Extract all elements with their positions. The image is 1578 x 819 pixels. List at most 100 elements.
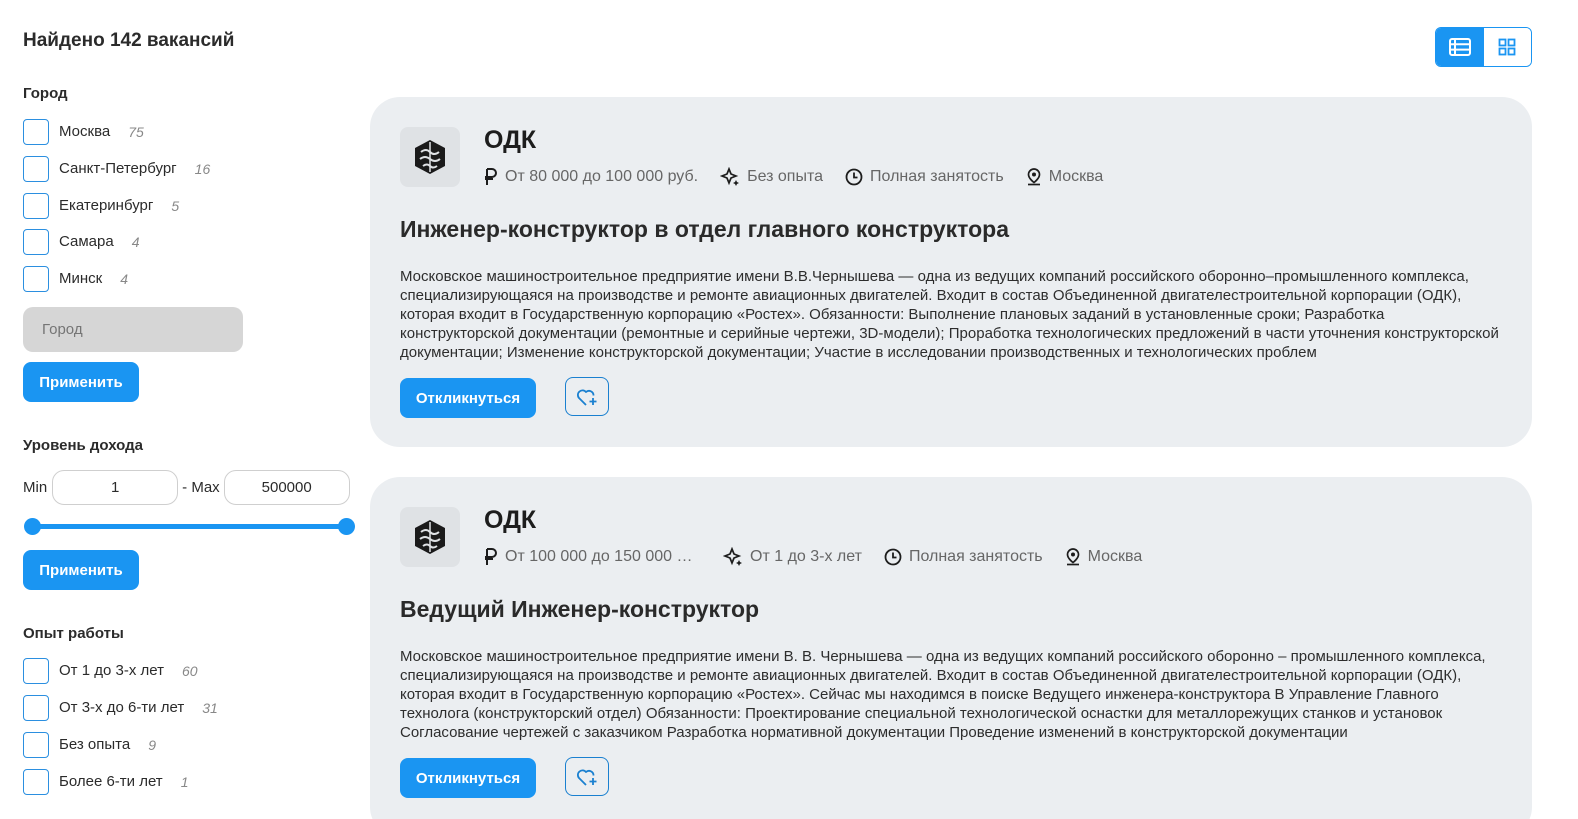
checkbox[interactable] [23,265,49,292]
respond-button[interactable]: Откликнуться [400,378,536,418]
income-max-input[interactable] [223,470,350,505]
salary-text: От 80 000 до 100 000 руб. [505,168,699,185]
vacancy-meta: От 80 000 до 100 000 руб. Без опыта Полн… [484,167,1125,187]
city-filter-heading: Город [23,85,68,102]
checkbox[interactable] [23,731,49,758]
add-favorite-button[interactable] [565,757,609,796]
city-option-minsk[interactable]: Минск 4 [23,265,128,292]
respond-button[interactable]: Откликнуться [400,758,536,798]
checkbox[interactable] [23,155,49,182]
min-label: Min [23,479,48,496]
checkbox[interactable] [23,118,49,145]
option-label: Без опыта [59,736,131,753]
sparkle-icon [723,547,742,566]
experience-option-6-plus[interactable]: Более 6-ти лет 1 [23,768,188,795]
income-min-input[interactable] [52,470,179,505]
salary-info: От 80 000 до 100 000 руб. [484,168,698,186]
grid-view-button[interactable] [1483,28,1531,66]
experience-option-3-6[interactable]: От 3-х до 6-ти лет 31 [23,694,218,721]
city-option-spb[interactable]: Санкт-Петербург 16 [23,155,210,182]
option-label: Самара [59,233,114,250]
income-slider-max-handle[interactable] [338,518,355,535]
option-label: Более 6-ти лет [59,773,163,790]
grid-view-icon [1498,38,1516,56]
option-label: Санкт-Петербург [59,160,177,177]
clock-icon [884,548,902,566]
income-range-row: Min - Max [23,470,350,505]
sparkle-icon [720,167,740,186]
city-option-samara[interactable]: Самара 4 [23,228,139,255]
heart-plus-icon [577,389,597,406]
location-info: Москва [1026,168,1104,186]
salary-text: От 100 000 до 150 000 руб. [505,548,701,565]
option-count: 4 [131,233,140,250]
location-info: Москва [1065,548,1143,566]
list-view-icon [1448,38,1471,56]
ruble-icon [485,548,497,565]
vacancy-title[interactable]: Инженер-конструктор в отдел главного кон… [400,216,1009,243]
apply-city-button[interactable]: Применить [23,362,139,402]
option-label: От 1 до 3-х лет [59,662,164,679]
company-name: ОДК [484,506,537,534]
list-view-button[interactable] [1436,28,1484,66]
company-logo [400,127,460,187]
experience-option-none[interactable]: Без опыта 9 [23,731,156,758]
city-text: Москва [1087,548,1143,565]
checkbox[interactable] [23,657,49,684]
option-label: Москва [59,123,111,140]
checkbox[interactable] [23,768,49,795]
company-logo [400,507,460,567]
salary-info: От 100 000 до 150 000 руб. [484,548,701,566]
checkbox[interactable] [23,694,49,721]
experience-text: Без опыта [747,168,824,185]
income-filter-heading: Уровень дохода [23,437,144,454]
option-count: 9 [148,736,156,753]
option-count: 31 [202,699,218,716]
max-label: - Max [182,479,220,496]
vacancy-card[interactable]: ОДК От 80 000 до 100 000 руб. Без опыта … [370,97,1532,447]
option-count: 60 [181,662,198,679]
vacancy-title[interactable]: Ведущий Инженер-конструктор [400,596,759,623]
option-count: 5 [171,197,180,214]
experience-info: От 1 до 3-х лет [723,547,862,567]
experience-option-1-3[interactable]: От 1 до 3-х лет 60 [23,657,198,684]
city-option-ekaterinburg[interactable]: Екатеринбург 5 [23,192,179,219]
employment-text: Полная занятость [870,168,1004,185]
option-label: От 3-х до 6-ти лет [59,699,185,716]
ruble-icon [485,168,497,185]
view-toggle [1435,27,1532,67]
city-option-moscow[interactable]: Москва 75 [23,118,144,145]
employment-info: Полная занятость [845,168,1004,186]
location-pin-icon [1066,548,1079,566]
employment-text: Полная занятость [908,548,1043,565]
option-label: Минск [59,270,103,287]
option-count: 1 [180,773,189,790]
company-logo-icon [415,140,445,174]
vacancy-description: Московское машиностроительное предприяти… [400,268,1499,361]
heart-plus-icon [577,769,597,786]
experience-info: Без опыта [720,167,823,187]
experience-filter-heading: Опыт работы [23,625,124,642]
vacancy-meta: От 100 000 до 150 000 руб. От 1 до 3-х л… [484,547,1164,567]
company-name: ОДК [484,126,537,154]
experience-text: От 1 до 3-х лет [750,548,862,565]
option-label: Екатеринбург [59,197,154,214]
option-count: 16 [194,160,211,177]
income-slider-track[interactable] [32,524,346,529]
city-text: Москва [1048,168,1104,185]
vacancies-count-title: Найдено 142 вакансий [23,30,235,51]
option-count: 4 [120,270,129,287]
income-slider-min-handle[interactable] [24,518,41,535]
employment-info: Полная занятость [884,548,1043,566]
checkbox[interactable] [23,192,49,219]
company-logo-icon [415,520,445,554]
vacancy-description: Московское машиностроительное предприяти… [400,648,1486,741]
apply-income-button[interactable]: Применить [23,550,139,590]
location-pin-icon [1027,168,1041,186]
add-favorite-button[interactable] [565,377,609,416]
option-count: 75 [128,123,144,140]
vacancy-card[interactable]: ОДК От 100 000 до 150 000 руб. От 1 до 3… [370,477,1532,819]
checkbox[interactable] [23,228,49,255]
clock-icon [845,168,863,186]
city-search-input[interactable] [23,307,243,352]
